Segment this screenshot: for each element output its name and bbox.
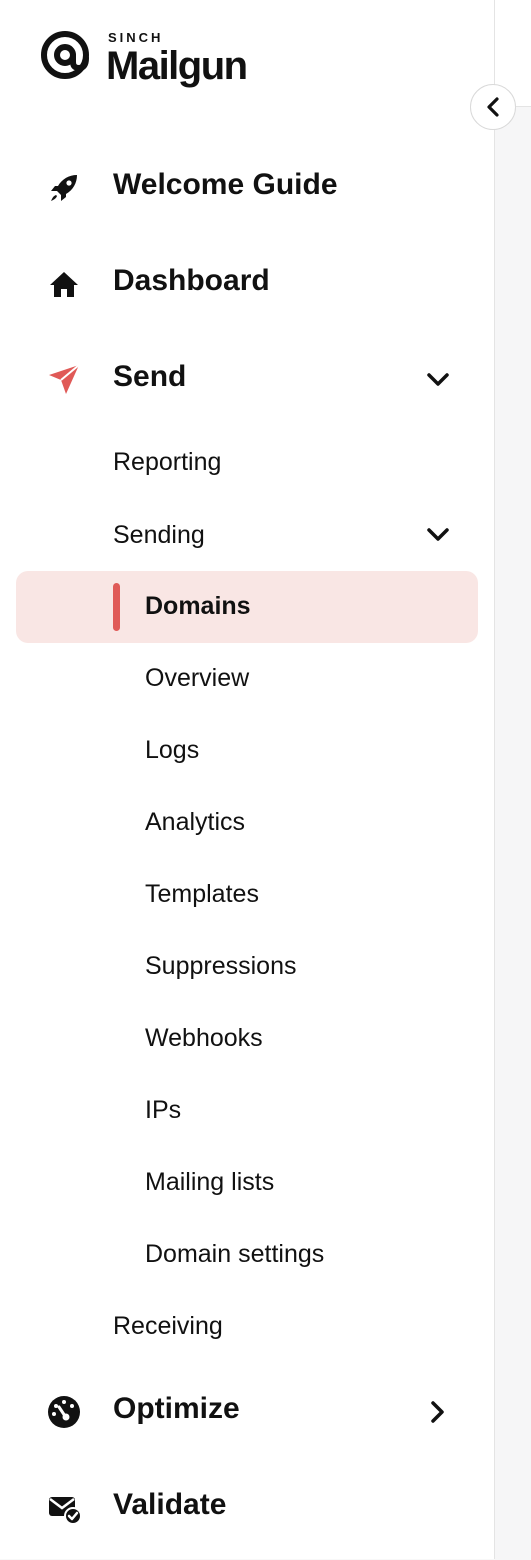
nav-item-logs[interactable]: Logs <box>0 720 494 780</box>
nav-label-suppressions: Suppressions <box>145 952 297 980</box>
nav-label-webhooks: Webhooks <box>145 1024 263 1052</box>
nav-item-reporting[interactable]: Reporting <box>0 432 494 492</box>
nav-item-domain-settings[interactable]: Domain settings <box>0 1224 494 1284</box>
nav-item-optimize[interactable]: Optimize <box>0 1384 494 1440</box>
chevron-down-icon[interactable] <box>424 521 452 549</box>
chevron-right-icon[interactable] <box>424 1398 452 1426</box>
nav-item-mailing-lists[interactable]: Mailing lists <box>0 1152 494 1212</box>
nav-label-dashboard: Dashboard <box>113 264 270 297</box>
nav-label-mailing-lists: Mailing lists <box>145 1168 275 1196</box>
nav-item-receiving[interactable]: Receiving <box>0 1296 494 1356</box>
gauge-icon <box>44 1392 84 1432</box>
nav-label-receiving: Receiving <box>113 1312 223 1340</box>
nav-label-logs: Logs <box>145 736 200 764</box>
nav-item-validate[interactable]: Validate <box>0 1480 494 1536</box>
nav-label-reporting: Reporting <box>113 448 222 476</box>
nav-item-sending[interactable]: Sending <box>0 505 494 565</box>
nav-label-sending: Sending <box>113 521 205 549</box>
nav-item-overview[interactable]: Overview <box>0 648 494 708</box>
nav-label-validate: Validate <box>113 1488 227 1521</box>
nav-item-templates[interactable]: Templates <box>0 864 494 924</box>
chevron-left-icon <box>487 97 499 117</box>
nav-label-domains: Domains <box>145 592 251 620</box>
nav-item-analytics[interactable]: Analytics <box>0 792 494 852</box>
nav-label-optimize: Optimize <box>113 1392 240 1425</box>
nav-label-domain-settings: Domain settings <box>145 1240 325 1268</box>
chevron-down-icon[interactable] <box>424 366 452 394</box>
nav-label-templates: Templates <box>145 880 259 908</box>
mailgun-logo[interactable]: SINCH Mailgun <box>38 28 268 92</box>
logo-brand-name: Mailgun <box>106 44 248 88</box>
nav-item-suppressions[interactable]: Suppressions <box>0 936 494 996</box>
at-sign-logo-icon <box>41 31 89 79</box>
collapse-sidebar-button[interactable] <box>470 84 516 130</box>
nav-item-send[interactable]: Send <box>0 352 494 408</box>
paper-plane-icon <box>44 360 84 400</box>
nav-item-dashboard[interactable]: Dashboard <box>0 256 494 312</box>
nav-label-ips: IPs <box>145 1096 182 1124</box>
nav-label-overview: Overview <box>145 664 250 692</box>
envelope-check-icon <box>44 1488 84 1528</box>
nav-label-send: Send <box>113 360 187 393</box>
nav-item-ips[interactable]: IPs <box>0 1080 494 1140</box>
nav-label-analytics: Analytics <box>145 808 246 836</box>
nav-item-welcome-guide[interactable]: Welcome Guide <box>0 160 494 216</box>
main-content-panel <box>495 106 531 1560</box>
nav-item-webhooks[interactable]: Webhooks <box>0 1008 494 1068</box>
nav-item-domains[interactable]: Domains <box>0 576 494 636</box>
rocket-icon <box>44 168 84 208</box>
home-icon <box>44 264 84 304</box>
nav-label-welcome-guide: Welcome Guide <box>113 168 338 201</box>
sidebar: SINCH Mailgun Welcome Guide Dashboard Se… <box>0 0 495 1559</box>
